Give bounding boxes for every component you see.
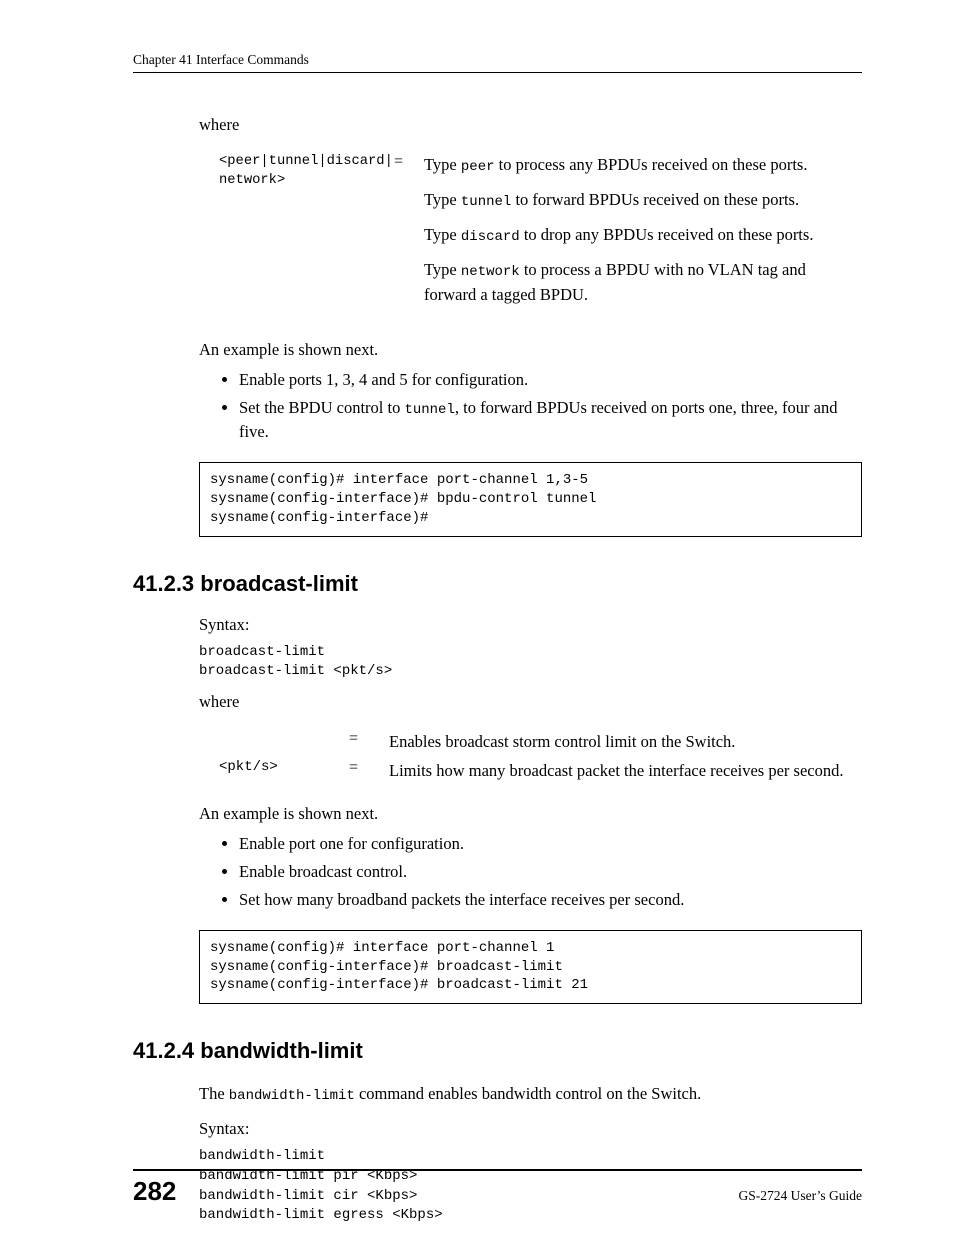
eq-sign: = (394, 153, 424, 171)
list-item: Set the BPDU control to tunnel, to forwa… (239, 396, 862, 444)
list-item: Set how many broadband packets the inter… (239, 888, 862, 912)
eq: = (349, 759, 389, 777)
list-item: Enable broadcast control. (239, 860, 862, 884)
t: The (199, 1084, 229, 1103)
c: bandwidth-limit (229, 1088, 355, 1104)
example-list-1: Enable ports 1, 3, 4 and 5 for configura… (239, 368, 862, 444)
r: to forward BPDUs received on these ports… (511, 190, 799, 209)
r: to process any BPDUs received on these p… (495, 155, 808, 174)
list-item: Enable ports 1, 3, 4 and 5 for configura… (239, 368, 862, 392)
table-row: = Enables broadcast storm control limit … (199, 730, 862, 753)
code-example-2: sysname(config)# interface port-channel … (199, 930, 862, 1005)
d: Limits how many broadcast packet the int… (389, 759, 862, 782)
code-example-1: sysname(config)# interface port-channel … (199, 462, 862, 537)
example-intro-2: An example is shown next. (199, 804, 862, 824)
param-row-bpdu: <peer|tunnel|discard| network> = Type pe… (199, 153, 862, 318)
where-label: where (199, 115, 862, 135)
where-label-2: where (199, 692, 862, 712)
v: discard (461, 229, 520, 245)
d: Enables broadcast storm control limit on… (389, 730, 862, 753)
v: peer (461, 159, 495, 175)
param-code: <peer|tunnel|discard| network> (199, 153, 394, 190)
section-4123-body: Syntax: broadcast-limit broadcast-limit … (199, 615, 862, 1005)
t: Type (424, 225, 461, 244)
syntax-label: Syntax: (199, 615, 862, 635)
syntax-label-2: Syntax: (199, 1119, 862, 1139)
v: tunnel (461, 194, 511, 210)
page-header: Chapter 41 Interface Commands (133, 52, 862, 73)
page-number: 282 (133, 1176, 176, 1207)
example-intro-1: An example is shown next. (199, 340, 862, 360)
r: to drop any BPDUs received on these port… (520, 225, 814, 244)
syntax-code-1: broadcast-limit broadcast-limit <pkt/s> (199, 643, 862, 682)
example-list-2: Enable port one for configuration. Enabl… (239, 832, 862, 912)
t: Type (424, 155, 461, 174)
guide-title: GS-2724 User’s Guide (739, 1188, 863, 1204)
t: Type (424, 260, 461, 279)
params-table-1: = Enables broadcast storm control limit … (199, 730, 862, 782)
bw-desc: The bandwidth-limit command enables band… (199, 1082, 862, 1107)
page-footer: 282 GS-2724 User’s Guide (133, 1169, 862, 1207)
t: Type (424, 190, 461, 209)
t: Set the BPDU control to (239, 398, 404, 417)
t: command enables bandwidth control on the… (355, 1084, 701, 1103)
section-heading-4124: 41.2.4 bandwidth-limit (133, 1038, 862, 1064)
list-item: Enable port one for configuration. (239, 832, 862, 856)
eq: = (349, 730, 389, 748)
v: network (461, 264, 520, 280)
content-body: where <peer|tunnel|discard| network> = T… (199, 115, 862, 537)
param-desc: Type peer to process any BPDUs received … (424, 153, 862, 318)
table-row: <pkt/s> = Limits how many broadcast pack… (199, 759, 862, 782)
c: tunnel (404, 402, 454, 418)
section-heading-4123: 41.2.3 broadcast-limit (133, 571, 862, 597)
p: <pkt/s> (219, 759, 349, 775)
